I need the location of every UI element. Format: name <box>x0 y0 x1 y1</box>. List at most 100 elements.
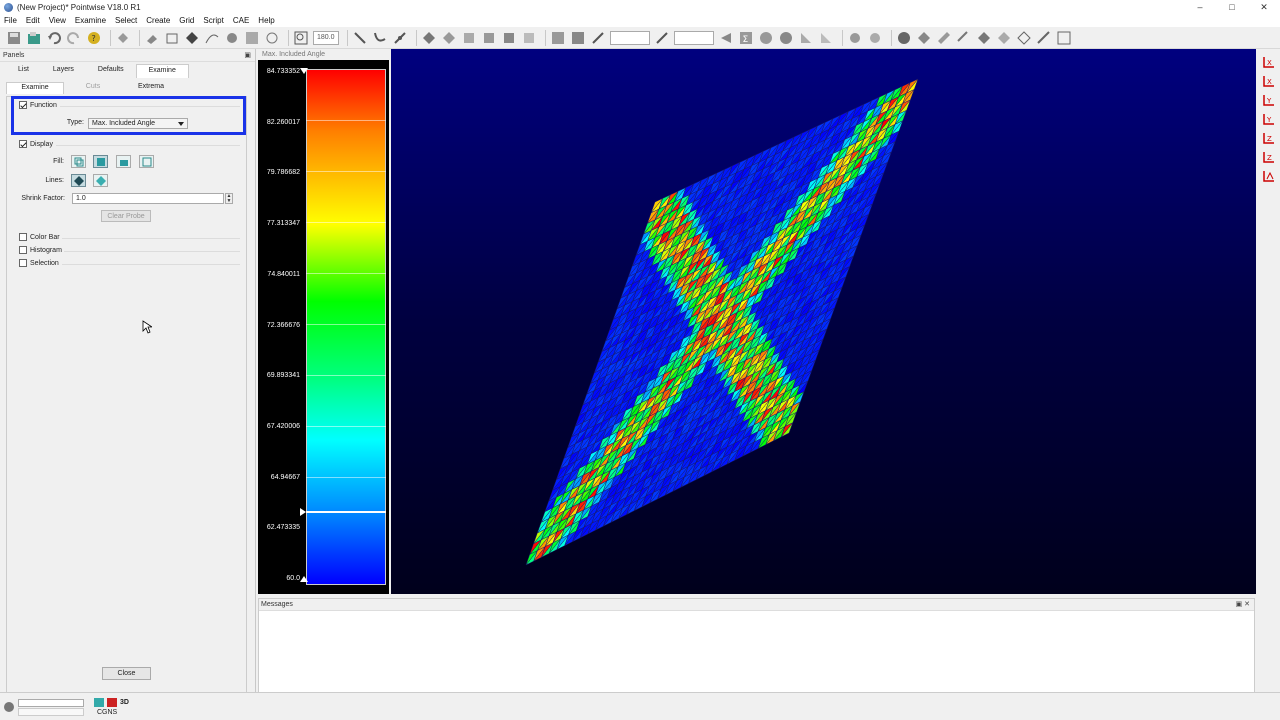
selection-checkbox[interactable] <box>19 259 27 267</box>
zoom-angle-icon[interactable] <box>293 30 309 46</box>
connector-icon[interactable] <box>392 30 408 46</box>
redo-icon[interactable] <box>66 30 82 46</box>
view-minus-z-icon[interactable]: Z <box>1261 149 1277 165</box>
cad2-icon[interactable] <box>936 30 952 46</box>
domain-icon[interactable] <box>421 30 437 46</box>
cad6-icon[interactable] <box>1016 30 1032 46</box>
menu-examine[interactable]: Examine <box>75 16 106 25</box>
dimension-mode[interactable]: 3D <box>120 699 129 706</box>
color-bar-checkbox[interactable] <box>19 233 27 241</box>
import-icon[interactable] <box>26 30 42 46</box>
measure-icon[interactable] <box>590 30 606 46</box>
solver-icon[interactable] <box>847 30 863 46</box>
grid2-icon[interactable] <box>570 30 586 46</box>
view-angle-field[interactable]: 180.0 <box>313 30 339 45</box>
colorbar-threshold-slider[interactable] <box>306 511 386 513</box>
view-minus-y-icon[interactable]: Y <box>1261 111 1277 127</box>
graphics-viewport[interactable] <box>391 49 1256 594</box>
tab-list[interactable]: List <box>6 64 41 78</box>
entity-icon[interactable] <box>718 30 734 46</box>
line-icon[interactable] <box>352 30 368 46</box>
menu-cae[interactable]: CAE <box>233 16 249 25</box>
histogram-checkbox-row[interactable]: Histogram <box>19 246 62 254</box>
block-icon[interactable] <box>461 30 477 46</box>
tab-defaults[interactable]: Defaults <box>86 64 136 78</box>
subtab-extrema[interactable]: Extrema <box>122 82 180 94</box>
view-plus-y-icon[interactable]: Y <box>1261 92 1277 108</box>
display-checkbox-row[interactable]: Display <box>19 140 53 148</box>
menu-grid[interactable]: Grid <box>179 16 194 25</box>
max-marker-icon[interactable] <box>300 68 308 76</box>
view-minus-x-icon[interactable]: X <box>1261 73 1277 89</box>
clear-probe-button[interactable]: Clear Probe <box>101 210 151 222</box>
extrude2-icon[interactable] <box>818 30 834 46</box>
block3-icon[interactable] <box>501 30 517 46</box>
fill-flat-icon[interactable] <box>116 155 131 168</box>
curve-icon[interactable] <box>204 30 220 46</box>
restore-panel-icon[interactable]: ▣ <box>244 51 251 59</box>
cad-icon[interactable] <box>916 30 932 46</box>
selection-checkbox-row[interactable]: Selection <box>19 259 59 267</box>
orient-icon[interactable] <box>264 30 280 46</box>
menu-help[interactable]: Help <box>258 16 274 25</box>
min-marker-icon[interactable] <box>300 574 308 582</box>
fill-shaded-icon[interactable] <box>93 155 108 168</box>
grid-icon[interactable] <box>550 30 566 46</box>
shrink-factor-stepper[interactable]: ▲ ▼ <box>225 193 233 204</box>
cad3-icon[interactable] <box>956 30 972 46</box>
cad7-icon[interactable] <box>1036 30 1052 46</box>
threshold-marker-icon[interactable] <box>300 508 308 516</box>
color-bar-checkbox-row[interactable]: Color Bar <box>19 233 60 241</box>
close-panel-button[interactable]: Close <box>102 667 151 680</box>
view-plus-x-icon[interactable]: X <box>1261 54 1277 70</box>
tab-layers[interactable]: Layers <box>41 64 86 78</box>
undo-icon[interactable] <box>46 30 62 46</box>
diamond-icon[interactable] <box>184 30 200 46</box>
solver2-icon[interactable] <box>867 30 883 46</box>
histogram-checkbox[interactable] <box>19 246 27 254</box>
menu-edit[interactable]: Edit <box>26 16 40 25</box>
mask-icon[interactable] <box>896 30 912 46</box>
lines-light-icon[interactable] <box>93 174 108 187</box>
cad5-icon[interactable] <box>996 30 1012 46</box>
fill-outline-icon[interactable] <box>139 155 154 168</box>
measure-field[interactable] <box>610 30 650 45</box>
menu-create[interactable]: Create <box>146 16 170 25</box>
sphere-icon[interactable] <box>224 30 240 46</box>
shrink-factor-input[interactable]: 1.0 <box>72 193 224 204</box>
close-window-button[interactable]: ✕ <box>1248 0 1280 14</box>
menu-script[interactable]: Script <box>203 16 223 25</box>
messages-controls[interactable]: ▣ ✕ <box>1236 599 1250 611</box>
fill-none-icon[interactable] <box>71 155 86 168</box>
menu-view[interactable]: View <box>49 16 66 25</box>
extrude-icon[interactable] <box>798 30 814 46</box>
cad4-icon[interactable] <box>976 30 992 46</box>
tab-examine[interactable]: Examine <box>135 64 189 78</box>
subtab-examine[interactable]: Examine <box>6 82 64 94</box>
solver-name[interactable]: CGNS <box>97 709 117 716</box>
subtab-cuts[interactable]: Cuts <box>64 82 122 94</box>
block2-icon[interactable] <box>481 30 497 46</box>
menu-select[interactable]: Select <box>115 16 137 25</box>
box-icon[interactable] <box>164 30 180 46</box>
quality-icon[interactable] <box>758 30 774 46</box>
cad8-icon[interactable] <box>1056 30 1072 46</box>
block4-icon[interactable] <box>521 30 537 46</box>
view-iso-icon[interactable] <box>1261 168 1277 184</box>
spacing-field[interactable] <box>674 30 714 45</box>
spacing-icon[interactable] <box>654 30 670 46</box>
help-icon[interactable]: ? <box>86 30 102 46</box>
quality2-icon[interactable] <box>778 30 794 46</box>
display-checkbox[interactable] <box>19 140 27 148</box>
maximize-button[interactable]: □ <box>1216 0 1248 14</box>
view-plus-z-icon[interactable]: Z <box>1261 130 1277 146</box>
select-icon[interactable] <box>115 30 131 46</box>
menu-file[interactable]: File <box>4 16 17 25</box>
domain2-icon[interactable] <box>441 30 457 46</box>
sigma-icon[interactable]: Σ <box>738 30 754 46</box>
eraser-icon[interactable] <box>144 30 160 46</box>
spline-icon[interactable] <box>372 30 388 46</box>
lines-dark-icon[interactable] <box>71 174 86 187</box>
minimize-button[interactable]: – <box>1184 0 1216 14</box>
grid-view-icon[interactable] <box>244 30 260 46</box>
